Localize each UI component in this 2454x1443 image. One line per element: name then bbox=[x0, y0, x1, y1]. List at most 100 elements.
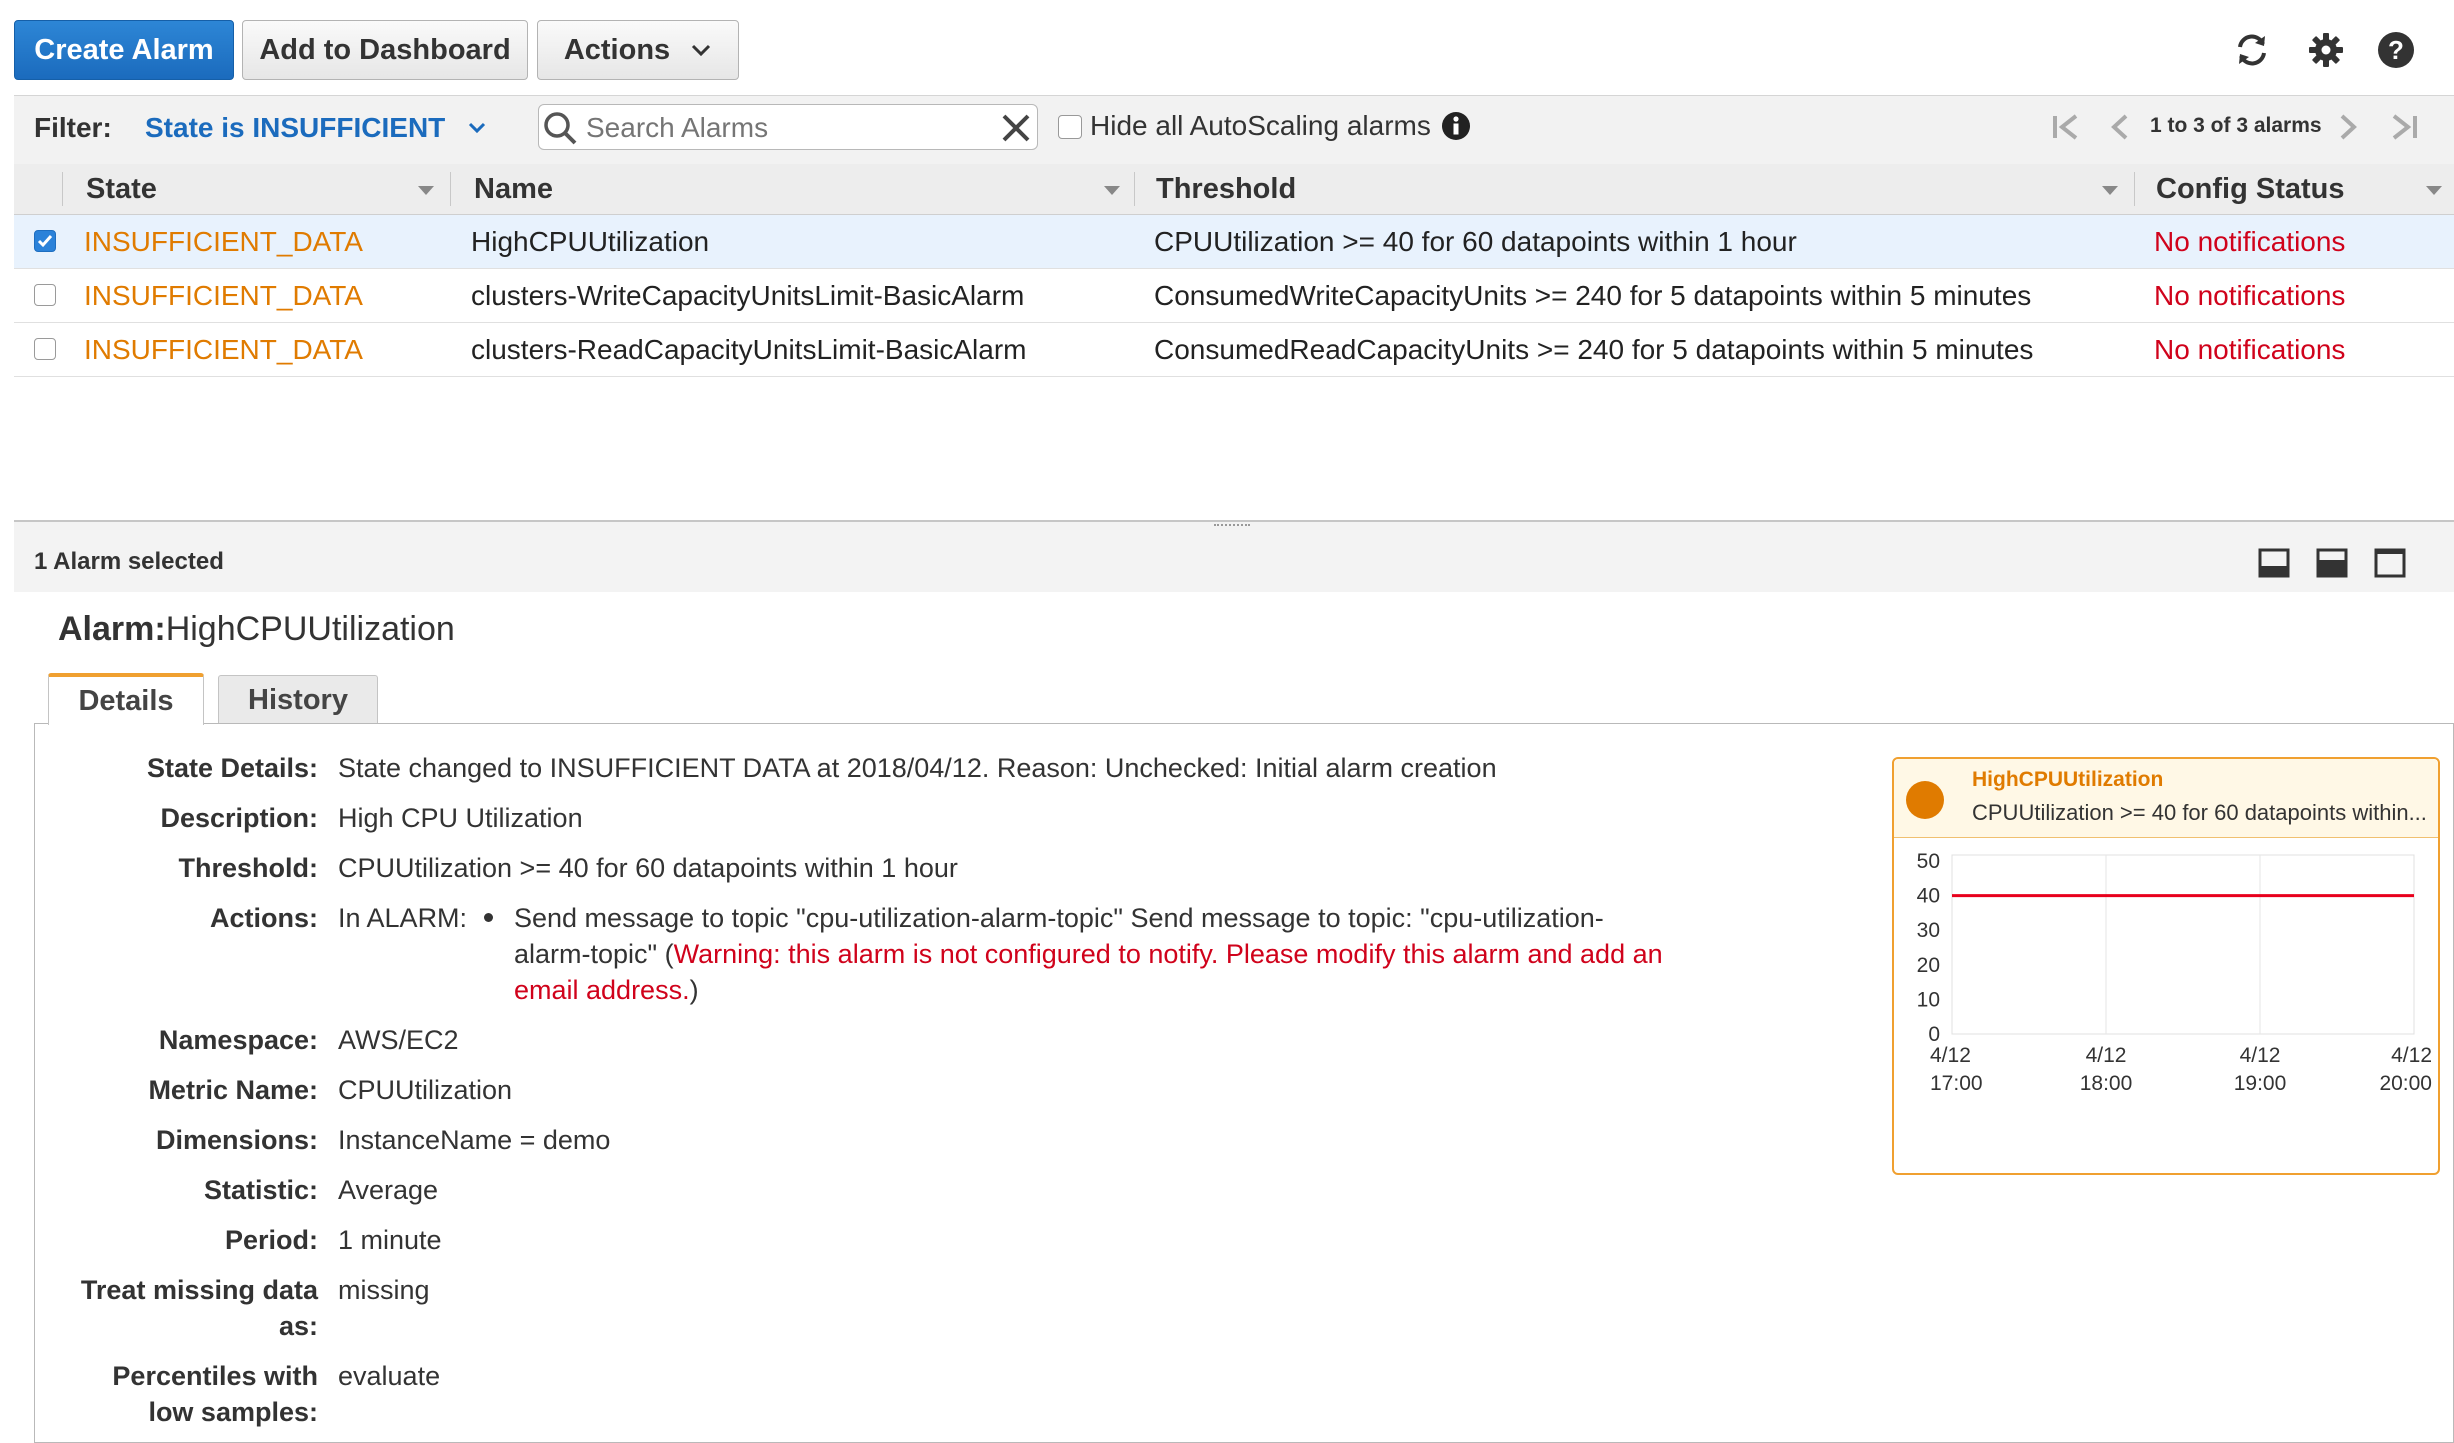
table-row[interactable]: INSUFFICIENT_DATA clusters-WriteCapacity… bbox=[14, 269, 2454, 323]
period-label: Period: bbox=[224, 1225, 318, 1255]
table-row[interactable]: INSUFFICIENT_DATA HighCPUUtilization CPU… bbox=[14, 215, 2454, 269]
drag-handle-icon[interactable] bbox=[1214, 524, 1250, 530]
column-header-config-status[interactable]: Config Status bbox=[2156, 164, 2345, 214]
chart-plot: 0 10 20 30 40 50 4/12 17:00 4/12 18:00 4/12 19:00 4/… bbox=[1917, 850, 2432, 1095]
gear-icon[interactable] bbox=[2306, 30, 2346, 70]
alarm-title: Alarm:HighCPUUtilization bbox=[58, 610, 455, 649]
x-tick-label: 17:00 bbox=[1930, 1072, 1983, 1095]
actions-line-2: alarm-topic" (Warning: this alarm is not… bbox=[514, 936, 1663, 972]
row-state: INSUFFICIENT_DATA bbox=[84, 225, 363, 257]
filter-label: Filter: bbox=[34, 112, 112, 143]
actions-line-3: email address.) bbox=[514, 972, 699, 1008]
row-state: INSUFFICIENT_DATA bbox=[84, 333, 363, 365]
x-tick-label: 19:00 bbox=[2234, 1072, 2287, 1095]
actions-label: Actions bbox=[563, 33, 671, 66]
hide-autoscaling-checkbox[interactable] bbox=[1058, 115, 1082, 139]
x-tick-label: 18:00 bbox=[2080, 1072, 2133, 1095]
row-name: clusters-ReadCapacityUnitsLimit-BasicAla… bbox=[471, 333, 1027, 365]
x-tick-label: 4/12 bbox=[1930, 1044, 1971, 1067]
sort-caret-icon[interactable] bbox=[2426, 186, 2442, 195]
alarm-chart[interactable]: HighCPUUtilization CPUUtilization >= 40 … bbox=[1892, 757, 2440, 1175]
treat-missing-label-2: as: bbox=[278, 1311, 318, 1341]
y-tick-label: 30 bbox=[1917, 919, 1940, 942]
period-value: 1 minute bbox=[338, 1225, 442, 1255]
first-page-icon[interactable] bbox=[2048, 110, 2082, 144]
treat-missing-label: Treat missing data bbox=[80, 1275, 318, 1305]
chart-title: HighCPUUtilization bbox=[1972, 768, 2164, 791]
column-header-name[interactable]: Name bbox=[474, 164, 553, 214]
row-threshold: ConsumedReadCapacityUnits >= 240 for 5 d… bbox=[1154, 333, 2034, 365]
detail-header-bar: 1 Alarm selected bbox=[14, 532, 2454, 592]
info-icon[interactable] bbox=[1441, 111, 1471, 141]
row-config-status[interactable]: No notifications bbox=[2154, 215, 2345, 268]
chart-subtitle: CPUUtilization >= 40 for 60 datapoints w… bbox=[1972, 800, 2427, 825]
statistic-label: Statistic: bbox=[203, 1175, 318, 1205]
tab-history[interactable]: History bbox=[218, 675, 378, 725]
previous-page-icon[interactable] bbox=[2106, 110, 2136, 144]
dimensions-value: InstanceName = demo bbox=[338, 1125, 611, 1155]
next-page-icon[interactable] bbox=[2332, 110, 2362, 144]
bullet-icon bbox=[484, 913, 493, 922]
namespace-value: AWS/EC2 bbox=[338, 1025, 459, 1055]
y-tick-label: 10 bbox=[1917, 988, 1940, 1011]
actions-warning-end: email address. bbox=[514, 975, 690, 1005]
actions-dropdown-button[interactable]: Actions bbox=[537, 20, 739, 80]
table-row[interactable]: INSUFFICIENT_DATA clusters-ReadCapacityU… bbox=[14, 323, 2454, 377]
row-threshold: CPUUtilization >= 40 for 60 datapoints w… bbox=[1154, 225, 1797, 257]
percentiles-label: Percentiles with bbox=[112, 1361, 318, 1391]
statistic-value: Average bbox=[338, 1175, 439, 1205]
treat-missing-value: missing bbox=[338, 1275, 430, 1305]
description-value: High CPU Utilization bbox=[338, 803, 583, 833]
alarm-title-name: HighCPUUtilization bbox=[165, 610, 455, 648]
dimensions-label: Dimensions: bbox=[155, 1125, 318, 1155]
panel-maximize-icon[interactable] bbox=[2374, 548, 2406, 578]
plot-frame bbox=[1951, 854, 2415, 1035]
threshold-value: CPUUtilization >= 40 for 60 datapoints w… bbox=[338, 853, 958, 883]
y-tick-label: 40 bbox=[1917, 885, 1940, 908]
row-threshold: ConsumedWriteCapacityUnits >= 240 for 5 … bbox=[1154, 279, 2032, 311]
last-page-icon[interactable] bbox=[2388, 110, 2422, 144]
search-input[interactable] bbox=[584, 108, 988, 148]
row-state: INSUFFICIENT_DATA bbox=[84, 279, 363, 311]
percentiles-label-2: low samples: bbox=[148, 1397, 318, 1427]
column-header-threshold[interactable]: Threshold bbox=[1156, 164, 1296, 214]
row-checkbox[interactable] bbox=[34, 230, 56, 252]
create-alarm-button[interactable]: Create Alarm bbox=[14, 20, 234, 80]
selected-count: 1 Alarm selected bbox=[34, 548, 224, 575]
refresh-icon[interactable] bbox=[2232, 30, 2272, 70]
help-icon[interactable]: ? bbox=[2376, 30, 2416, 70]
y-tick-label: 20 bbox=[1917, 954, 1940, 977]
row-config-status[interactable]: No notifications bbox=[2154, 323, 2345, 376]
metric-name-value: CPUUtilization bbox=[338, 1075, 513, 1105]
actions-close-paren: ) bbox=[689, 975, 699, 1005]
threshold-label: Threshold: bbox=[178, 853, 319, 883]
alarm-title-prefix: Alarm: bbox=[58, 610, 166, 648]
column-header-state[interactable]: State bbox=[86, 164, 157, 214]
x-tick-label: 4/12 bbox=[2086, 1044, 2127, 1067]
svg-text:?: ? bbox=[2388, 35, 2404, 65]
x-tick-label: 20:00 bbox=[2379, 1072, 2432, 1095]
row-config-status[interactable]: No notifications bbox=[2154, 269, 2345, 322]
sort-caret-icon[interactable] bbox=[2102, 186, 2118, 195]
row-name: clusters-WriteCapacityUnitsLimit-BasicAl… bbox=[471, 279, 1025, 311]
panel-minimize-icon[interactable] bbox=[2258, 548, 2290, 578]
close-icon[interactable] bbox=[998, 110, 1034, 146]
metric-name-label: Metric Name: bbox=[148, 1075, 318, 1105]
sort-caret-icon[interactable] bbox=[1104, 186, 1120, 195]
add-to-dashboard-button[interactable]: Add to Dashboard bbox=[242, 20, 528, 80]
filter-state-dropdown[interactable]: State is INSUFFICIENT bbox=[145, 110, 487, 146]
row-checkbox[interactable] bbox=[34, 284, 56, 306]
sort-caret-icon[interactable] bbox=[418, 186, 434, 195]
actions-label: Actions: bbox=[210, 903, 318, 933]
x-tick-label: 4/12 bbox=[2240, 1044, 2281, 1067]
actions-line-1: Send message to topic "cpu-utilization-a… bbox=[514, 903, 1604, 933]
namespace-label: Namespace: bbox=[158, 1025, 318, 1055]
panel-half-icon[interactable] bbox=[2316, 548, 2348, 578]
row-checkbox[interactable] bbox=[34, 338, 56, 360]
x-tick-label: 4/12 bbox=[2391, 1044, 2432, 1067]
y-tick-label: 0 bbox=[1928, 1023, 1940, 1046]
state-details-label: State Details: bbox=[146, 753, 318, 783]
tab-details[interactable]: Details bbox=[48, 673, 204, 725]
y-tick-label: 50 bbox=[1917, 850, 1940, 873]
chart-header: HighCPUUtilization CPUUtilization >= 40 … bbox=[1894, 759, 2438, 838]
